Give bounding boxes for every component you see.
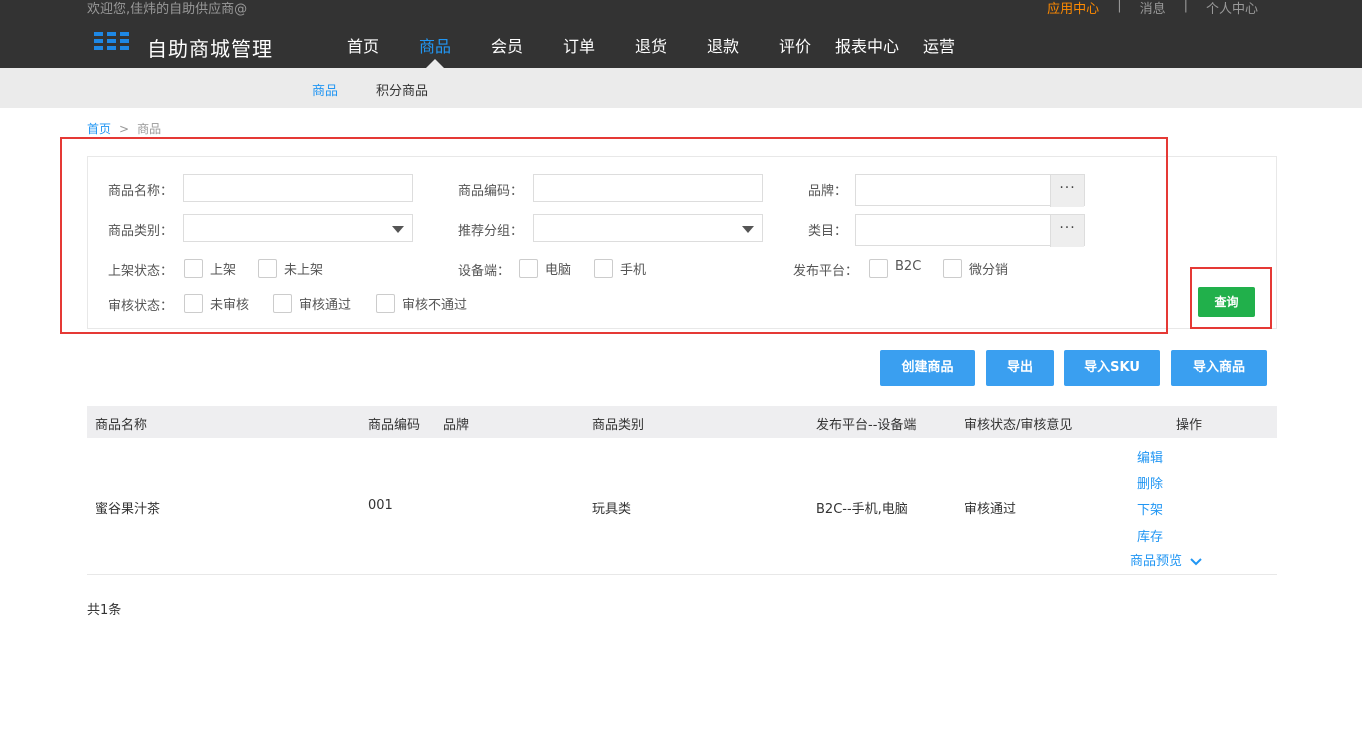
brand-label: 品牌： <box>808 184 848 199</box>
breadcrumb-separator: > <box>119 122 130 136</box>
breadcrumb: 首页 > 商品 <box>87 120 161 137</box>
nav-products[interactable]: 商品 <box>399 33 471 68</box>
main-nav: 首页 商品 会员 订单 退货 退款 评价 报表中心 运营 <box>327 33 975 68</box>
nav-reports[interactable]: 报表中心 <box>831 33 903 68</box>
audit-status-label: 审核状态： <box>108 299 174 314</box>
col-platform: 发布平台--设备端 <box>816 418 917 433</box>
nav-orders[interactable]: 订单 <box>543 33 615 68</box>
sub-nav-bar: 商品 积分商品 <box>0 68 1362 108</box>
platform-b2c-checkbox[interactable] <box>869 259 888 278</box>
cell-code: 001 <box>368 498 393 513</box>
filter-panel: 商品名称： 商品编码： 品牌： ··· 商品类别： 推荐分组： 类目： ··· … <box>87 156 1277 329</box>
catalog-picker-button[interactable]: ··· <box>1050 215 1084 247</box>
platform-b2c-label: B2C <box>895 259 922 274</box>
cell-platform: B2C--手机,电脑 <box>816 502 908 517</box>
total-count: 共1条 <box>87 603 122 618</box>
col-actions: 操作 <box>1176 418 1203 433</box>
nav-refunds[interactable]: 退款 <box>687 33 759 68</box>
cell-audit: 审核通过 <box>964 502 1017 517</box>
audit-rejected-checkbox[interactable] <box>376 294 395 313</box>
create-product-button[interactable]: 创建商品 <box>880 350 975 386</box>
audit-rejected-label: 审核不通过 <box>402 298 468 313</box>
nav-members[interactable]: 会员 <box>471 33 543 68</box>
query-button[interactable]: 查询 <box>1198 287 1255 317</box>
subnav-points-products[interactable]: 积分商品 <box>364 80 454 99</box>
export-button[interactable]: 导出 <box>986 350 1054 386</box>
product-name-input[interactable] <box>183 174 413 202</box>
product-code-input[interactable] <box>533 174 763 202</box>
col-name: 商品名称 <box>95 418 148 433</box>
breadcrumb-home[interactable]: 首页 <box>87 122 111 136</box>
group-label: 推荐分组： <box>458 224 524 239</box>
col-category: 商品类别 <box>592 418 645 433</box>
nav-reviews[interactable]: 评价 <box>759 33 831 68</box>
shelf-off-checkbox[interactable] <box>258 259 277 278</box>
catalog-label: 类目： <box>808 224 848 239</box>
nav-home[interactable]: 首页 <box>327 33 399 68</box>
shelf-status-label: 上架状态： <box>108 264 174 279</box>
device-pc-checkbox[interactable] <box>519 259 538 278</box>
device-label: 设备端： <box>458 264 511 279</box>
stock-link[interactable]: 库存 <box>1137 526 1163 545</box>
shelf-on-checkbox[interactable] <box>184 259 203 278</box>
welcome-text: 欢迎您,佳炜的自助供应商@ <box>87 2 248 17</box>
group-select[interactable] <box>533 214 763 242</box>
device-mobile-label: 手机 <box>620 263 647 278</box>
import-sku-button[interactable]: 导入SKU <box>1064 350 1160 386</box>
catalog-input[interactable]: ··· <box>855 214 1085 247</box>
shelf-on-label: 上架 <box>210 263 237 278</box>
delete-link[interactable]: 删除 <box>1137 473 1163 492</box>
profile-link[interactable]: 个人中心 <box>1188 0 1276 17</box>
table-header: 商品名称 商品编码 品牌 商品类别 发布平台--设备端 审核状态/审核意见 操作 <box>87 406 1277 438</box>
app-center-link[interactable]: 应用中心 <box>1029 0 1117 17</box>
shelf-off-label: 未上架 <box>284 263 324 278</box>
audit-pending-label: 未审核 <box>210 298 250 313</box>
col-audit: 审核状态/审核意见 <box>964 418 1073 433</box>
chevron-down-icon <box>1190 557 1202 565</box>
unshelve-link[interactable]: 下架 <box>1137 499 1163 518</box>
audit-passed-checkbox[interactable] <box>273 294 292 313</box>
device-mobile-checkbox[interactable] <box>594 259 613 278</box>
top-header: 欢迎您,佳炜的自助供应商@ 应用中心 | 消息 | 个人中心 自助商城管理 首页… <box>0 0 1362 68</box>
import-products-button[interactable]: 导入商品 <box>1171 350 1267 386</box>
table-row: 蜜谷果汁茶 001 玩具类 B2C--手机,电脑 审核通过 编辑 删除 下架 库… <box>87 438 1277 575</box>
top-links: 应用中心 | 消息 | 个人中心 <box>1029 0 1276 17</box>
device-pc-label: 电脑 <box>545 263 572 278</box>
cell-category: 玩具类 <box>592 502 632 517</box>
product-code-label: 商品编码： <box>458 184 524 199</box>
brand-input[interactable]: ··· <box>855 174 1085 207</box>
cell-name: 蜜谷果汁茶 <box>95 502 161 517</box>
subnav-products[interactable]: 商品 <box>300 80 364 99</box>
preview-link[interactable]: 商品预览 <box>1130 550 1202 569</box>
nav-returns[interactable]: 退货 <box>615 33 687 68</box>
nav-operations[interactable]: 运营 <box>903 33 975 68</box>
platform-wfx-checkbox[interactable] <box>943 259 962 278</box>
grid-logo-icon <box>94 32 134 52</box>
category-select[interactable] <box>183 214 413 242</box>
preview-label: 商品预览 <box>1130 554 1183 569</box>
col-code: 商品编码 <box>368 418 421 433</box>
category-label: 商品类别： <box>108 224 174 239</box>
col-brand: 品牌 <box>443 418 470 433</box>
brand-picker-button[interactable]: ··· <box>1050 175 1084 207</box>
platform-label: 发布平台： <box>793 264 859 279</box>
brand-title: 自助商城管理 <box>147 37 273 61</box>
product-name-label: 商品名称： <box>108 184 174 199</box>
audit-passed-label: 审核通过 <box>299 298 352 313</box>
platform-wfx-label: 微分销 <box>969 263 1009 278</box>
messages-link[interactable]: 消息 <box>1122 0 1184 17</box>
audit-pending-checkbox[interactable] <box>184 294 203 313</box>
breadcrumb-current: 商品 <box>137 122 162 136</box>
edit-link[interactable]: 编辑 <box>1137 447 1163 466</box>
